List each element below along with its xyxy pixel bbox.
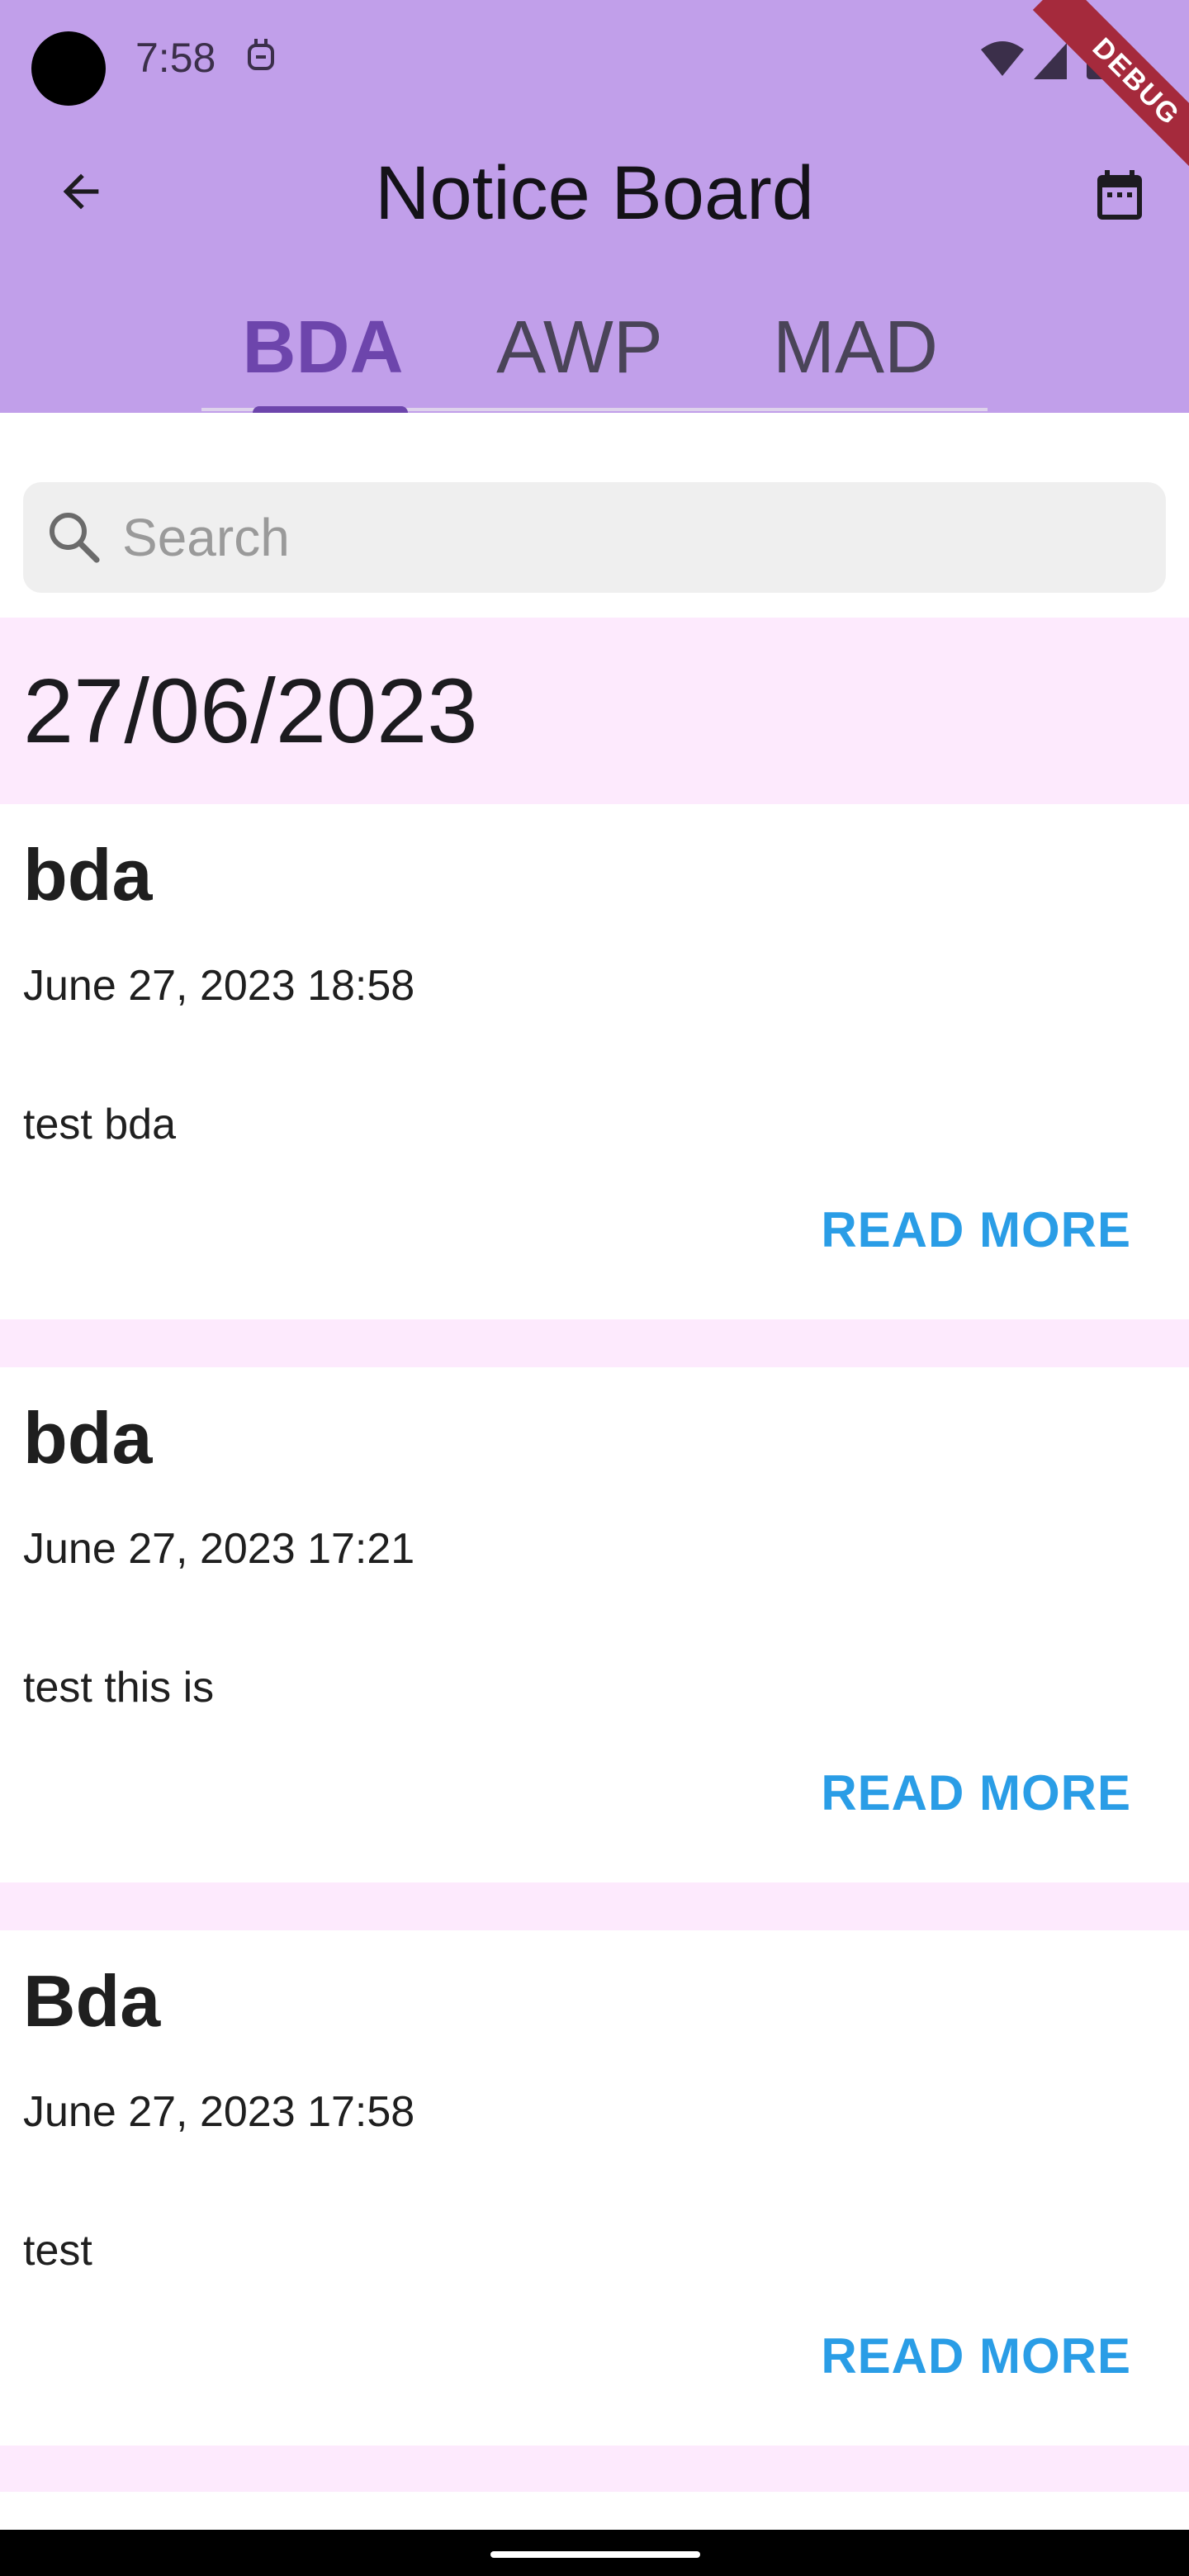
- wifi-icon: [981, 41, 1024, 76]
- search-box[interactable]: [23, 482, 1166, 593]
- notice-title: bda: [23, 834, 153, 916]
- app-bar: 7:58 Notice Board BDA AWP MAD: [0, 0, 1189, 413]
- read-more-button[interactable]: READ MORE: [821, 2323, 1131, 2389]
- date-group-label: 27/06/2023: [23, 661, 478, 762]
- read-more-button[interactable]: READ MORE: [821, 1197, 1131, 1263]
- camera-cutout: [31, 31, 106, 106]
- status-time: 7:58: [135, 35, 216, 81]
- status-bar: 7:58: [0, 0, 1189, 116]
- notice-card[interactable]: bda June 27, 2023 18:58 test bda READ MO…: [0, 804, 1189, 1319]
- tab-bar: BDA AWP MAD: [201, 294, 988, 413]
- tab-bda[interactable]: BDA: [238, 294, 408, 401]
- tab-mad[interactable]: MAD: [753, 294, 958, 401]
- notice-title: bda: [23, 1397, 153, 1479]
- search-icon: [50, 513, 100, 563]
- system-nav-bar: [0, 2530, 1189, 2576]
- calendar-icon: [1097, 170, 1142, 220]
- search-input[interactable]: [121, 506, 1115, 569]
- date-group-header: 27/06/2023: [0, 618, 1189, 804]
- notice-body: test bda: [23, 1101, 177, 1148]
- tab-awp[interactable]: AWP: [489, 294, 670, 401]
- notice-card-partial: [0, 2492, 1189, 2530]
- notice-timestamp: June 27, 2023 17:21: [23, 1525, 415, 1573]
- app-notification-icon: [248, 39, 274, 70]
- home-indicator[interactable]: [490, 2551, 700, 2558]
- page-title: Notice Board: [375, 151, 814, 235]
- notice-body: test: [23, 2227, 92, 2275]
- notice-title: Bda: [23, 1960, 161, 2042]
- tab-indicator: [253, 406, 408, 413]
- notice-card[interactable]: Bda June 27, 2023 17:58 test READ MORE: [0, 1930, 1189, 2446]
- notice-card[interactable]: bda June 27, 2023 17:21 test this is REA…: [0, 1367, 1189, 1882]
- calendar-button[interactable]: [1073, 152, 1166, 238]
- read-more-button[interactable]: READ MORE: [821, 1760, 1131, 1826]
- notice-timestamp: June 27, 2023 17:58: [23, 2088, 415, 2136]
- notice-body: test this is: [23, 1664, 215, 1712]
- search-area: [0, 413, 1189, 618]
- notice-timestamp: June 27, 2023 18:58: [23, 962, 415, 1010]
